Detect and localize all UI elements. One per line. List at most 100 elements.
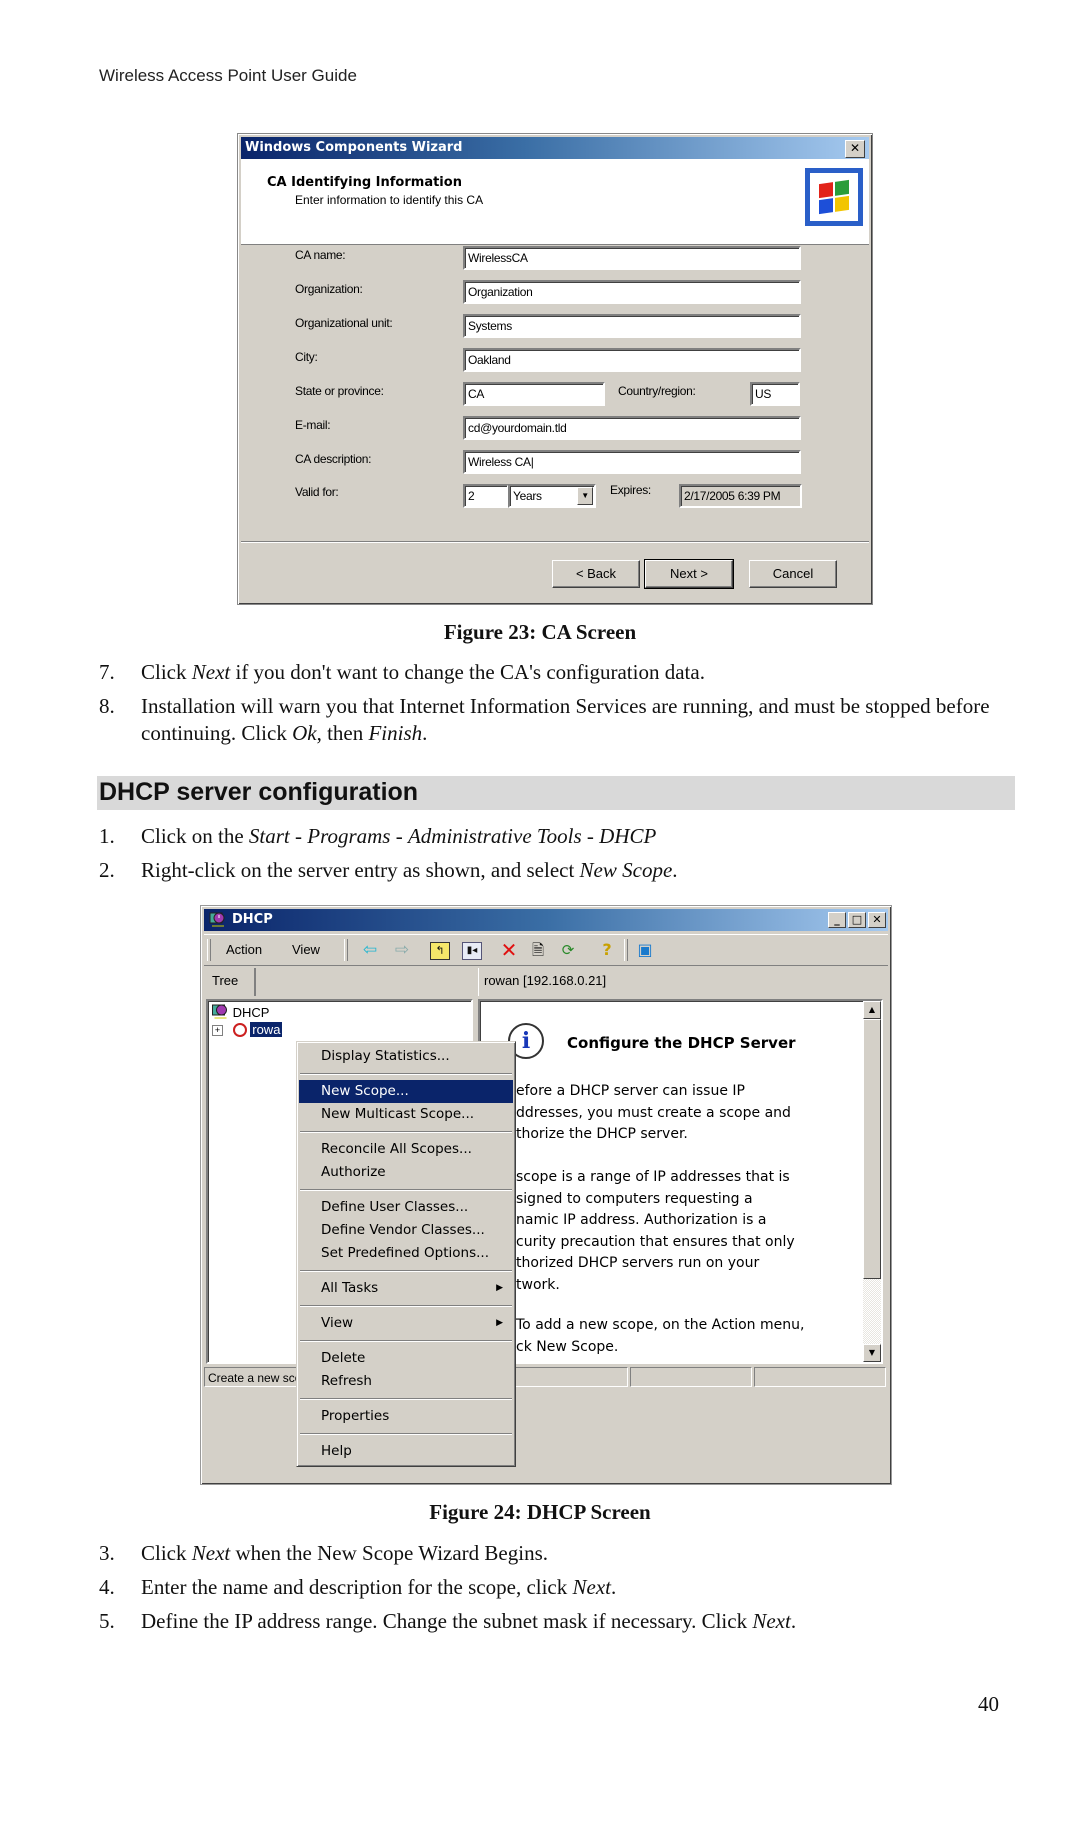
menu-separator	[300, 1189, 512, 1191]
chevron-down-icon[interactable]: ▼	[577, 487, 593, 505]
menu-action[interactable]: Action	[226, 942, 262, 957]
server-icon	[232, 1023, 247, 1037]
tab-tree[interactable]: Tree	[206, 968, 256, 996]
dhcp-app-icon	[212, 1004, 227, 1019]
list-text: Click Next when the New Scope Wizard Beg…	[141, 1541, 549, 1565]
menu-view[interactable]: View	[292, 942, 320, 957]
forward-arrow-icon[interactable]: ⇨	[391, 939, 413, 961]
organization-input[interactable]: Organization	[463, 280, 801, 304]
result-title: Configure the DHCP Server	[567, 1034, 796, 1052]
back-arrow-icon[interactable]: ⇦	[359, 939, 381, 961]
menu-separator	[300, 1433, 512, 1435]
console-icon[interactable]: ▣	[634, 939, 656, 961]
result-pane-header: rowan [192.168.0.21]	[478, 968, 883, 996]
ca-name-input[interactable]: WirelessCA	[463, 246, 801, 270]
country-label: Country/region:	[618, 384, 696, 398]
figure-24-caption: Figure 24: DHCP Screen	[429, 1500, 651, 1524]
properties-icon[interactable]: 🗎	[527, 939, 549, 961]
menu-item-define-user-classes[interactable]: Define User Classes...	[299, 1196, 513, 1219]
expand-icon[interactable]: +	[212, 1025, 223, 1036]
vertical-scrollbar[interactable]: ▲ ▼	[863, 1001, 881, 1362]
city-label: City:	[295, 350, 318, 364]
list-text: Enter the name and description for the s…	[141, 1575, 617, 1599]
help-icon[interactable]: ?	[596, 939, 618, 961]
minimize-icon: _	[834, 913, 840, 926]
menu-item-display-statistics[interactable]: Display Statistics...	[299, 1045, 513, 1068]
list-text: Right-click on the server entry as shown…	[141, 858, 678, 882]
running-header: Wireless Access Point User Guide	[99, 66, 357, 85]
email-label: E-mail:	[295, 418, 331, 432]
maximize-button[interactable]: □	[848, 912, 866, 928]
menu-item-new-multicast-scope[interactable]: New Multicast Scope...	[299, 1103, 513, 1126]
list-item: 8. Installation will warn you that Inter…	[99, 693, 999, 749]
list-text: Click Next if you don't want to change t…	[141, 660, 705, 684]
tree-item-dhcp[interactable]: DHCP	[211, 1004, 269, 1020]
refresh-icon[interactable]: ⟳	[557, 939, 579, 961]
minimize-button[interactable]: _	[828, 912, 846, 928]
expires-label: Expires:	[610, 483, 651, 497]
list-number: 4.	[99, 1575, 115, 1599]
dhcp-window-title: DHCP	[232, 912, 273, 927]
dhcp-app-icon	[209, 912, 225, 927]
back-button[interactable]: < Back	[552, 560, 640, 588]
menu-item-reconcile-all-scopes[interactable]: Reconcile All Scopes...	[299, 1138, 513, 1161]
list-number: 8.	[99, 694, 115, 718]
menu-item-set-predefined-options[interactable]: Set Predefined Options...	[299, 1242, 513, 1265]
result-paragraph: efore a DHCP server can issue IP ddresse…	[516, 1083, 791, 1142]
submenu-arrow-icon: ▶	[496, 1283, 503, 1293]
organizational-unit-input[interactable]: Systems	[463, 314, 801, 338]
menu-item-define-vendor-classes[interactable]: Define Vendor Classes...	[299, 1219, 513, 1242]
maximize-icon: □	[851, 913, 863, 926]
scroll-thumb[interactable]	[863, 1019, 881, 1279]
menu-item-view[interactable]: View ▶	[299, 1312, 513, 1335]
email-input[interactable]: cd@yourdomain.tld	[463, 416, 801, 440]
list-number: 1.	[99, 824, 115, 848]
valid-for-input[interactable]: 2	[463, 484, 509, 508]
ca-description-label: CA description:	[295, 452, 372, 466]
toolbar-grip[interactable]	[624, 939, 628, 961]
organization-label: Organization:	[295, 282, 363, 296]
valid-for-unit-value: Years	[513, 489, 542, 503]
ca-description-input[interactable]: Wireless CA|	[463, 450, 801, 474]
context-menu: Display Statistics... New Scope... New Mul…	[296, 1041, 516, 1467]
close-button[interactable]: ✕	[868, 912, 886, 928]
cancel-button[interactable]: Cancel	[749, 560, 837, 588]
up-folder-icon[interactable]: ↰	[430, 942, 450, 960]
menu-item-refresh[interactable]: Refresh	[299, 1370, 513, 1393]
menu-separator	[300, 1398, 512, 1400]
scroll-up-icon[interactable]: ▲	[863, 1001, 881, 1019]
delete-icon[interactable]: ✕	[498, 939, 520, 961]
country-input[interactable]: US	[750, 382, 800, 406]
list-number: 2.	[99, 858, 115, 882]
result-paragraph: scope is a range of IP addresses that is…	[516, 1169, 795, 1293]
toolbar-grip[interactable]	[344, 939, 348, 961]
result-pane: i Configure the DHCP Server efore a DHCP…	[478, 999, 883, 1364]
state-label: State or province:	[295, 384, 384, 398]
result-paragraph: To add a new scope, on the Action menu, …	[516, 1317, 805, 1355]
scroll-down-icon[interactable]: ▼	[863, 1344, 881, 1362]
toolbar-grip[interactable]	[207, 939, 211, 961]
organizational-unit-label: Organizational unit:	[295, 316, 393, 330]
status-cell	[754, 1367, 886, 1387]
dhcp-titlebar: DHCP _ □ ✕	[204, 909, 888, 931]
menu-item-all-tasks[interactable]: All Tasks ▶	[299, 1277, 513, 1300]
menu-item-help[interactable]: Help	[299, 1440, 513, 1463]
close-button[interactable]: ✕	[845, 140, 865, 158]
list-number: 5.	[99, 1609, 115, 1633]
tree-root-label: DHCP	[232, 1005, 270, 1020]
menu-item-new-scope[interactable]: New Scope...	[299, 1080, 513, 1103]
list-text: Click on the Start - Programs - Administ…	[141, 824, 657, 848]
ca-header-title: CA Identifying Information	[267, 175, 462, 190]
menu-separator	[300, 1131, 512, 1133]
next-button[interactable]: Next >	[644, 559, 734, 589]
tree-item-server[interactable]: + rowa	[212, 1022, 283, 1037]
valid-for-unit-select[interactable]: Years ▼	[508, 484, 596, 508]
ca-wizard-header: CA Identifying Information Enter informa…	[241, 159, 869, 245]
show-hide-tree-icon[interactable]: ▮◂	[462, 942, 482, 960]
menu-item-delete[interactable]: Delete	[299, 1347, 513, 1370]
menu-item-properties[interactable]: Properties	[299, 1405, 513, 1428]
state-input[interactable]: CA	[463, 382, 605, 406]
close-icon: ✕	[872, 913, 882, 926]
menu-item-authorize[interactable]: Authorize	[299, 1161, 513, 1184]
city-input[interactable]: Oakland	[463, 348, 801, 372]
